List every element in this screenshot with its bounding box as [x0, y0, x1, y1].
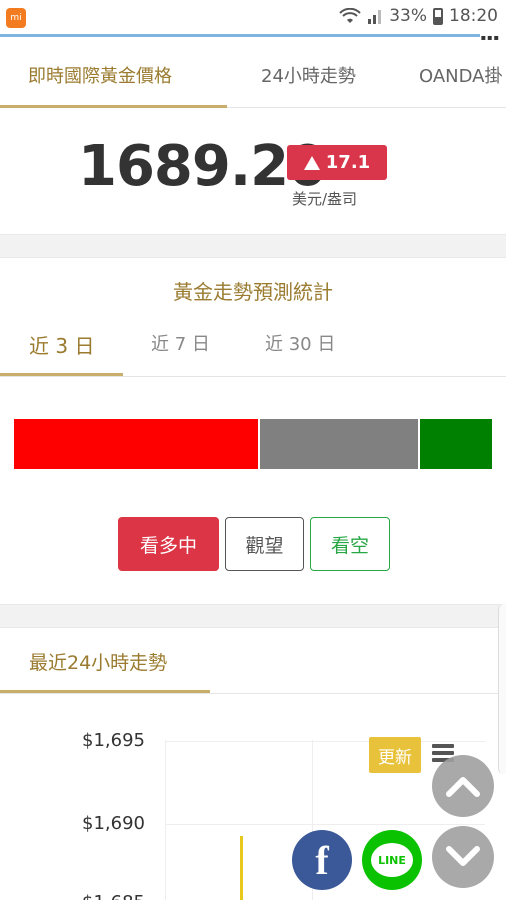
- signal-icon: [368, 10, 382, 24]
- chevron-up-icon: [446, 777, 480, 797]
- y-tick-label: $1,685: [82, 892, 145, 900]
- page-top-strip: [0, 34, 480, 37]
- scroll-up-button[interactable]: [432, 755, 494, 817]
- tab-live-gold-price[interactable]: 即時國際黃金價格: [28, 62, 172, 88]
- watch-button[interactable]: 觀望: [225, 517, 304, 571]
- chevron-down-icon: [446, 846, 480, 866]
- update-button[interactable]: 更新: [369, 737, 421, 773]
- price-change-badge: 17.1: [287, 145, 387, 180]
- chart-gridline: [165, 740, 166, 900]
- y-tick-label: $1,690: [82, 813, 145, 834]
- status-bar: mi 33% 18:20: [0, 0, 506, 34]
- active-forecast-tab-indicator: [0, 373, 123, 376]
- recent-24h-title: 最近24小時走勢: [29, 652, 168, 674]
- vote-buttons: 看多中 觀望 看空: [118, 517, 390, 571]
- tab-3-days[interactable]: 近 3 日: [29, 330, 94, 359]
- chart-gridline: [165, 824, 485, 825]
- line-icon: LINE: [371, 843, 413, 877]
- section-divider: [0, 604, 506, 628]
- price-change-value: 17.1: [325, 152, 371, 173]
- tab-30-days[interactable]: 近 30 日: [265, 330, 335, 356]
- status-indicators: 33% 18:20: [339, 6, 498, 26]
- bullish-button[interactable]: 看多中: [118, 517, 219, 571]
- chart-gridline: [165, 741, 485, 742]
- bearish-bar: [417, 419, 492, 469]
- line-share-button[interactable]: LINE: [362, 830, 422, 890]
- y-tick-label: $1,695: [82, 730, 145, 751]
- forecast-tabs: 近 3 日 近 7 日 近 30 日: [0, 310, 506, 377]
- recent-24h-header: 最近24小時走勢: [0, 628, 498, 694]
- battery-icon: [433, 7, 443, 25]
- battery-percent: 33%: [389, 6, 427, 26]
- neutral-bar: [257, 419, 418, 469]
- forecast-distribution-bar: [14, 419, 492, 469]
- bullish-bar: [14, 419, 258, 469]
- price-unit: 美元/盎司: [292, 190, 358, 208]
- chart-price-line: [240, 836, 243, 900]
- overflow-dots-icon[interactable]: ▪▪▪: [481, 33, 500, 42]
- scroll-down-button[interactable]: [432, 826, 494, 888]
- facebook-share-button[interactable]: f: [292, 830, 352, 890]
- clock: 18:20: [449, 6, 498, 26]
- recent-24h-tab-indicator: [0, 690, 210, 693]
- app-notification-icon: mi: [6, 8, 26, 28]
- wifi-icon: [339, 8, 361, 23]
- forecast-title: 黃金走勢預測統計: [173, 280, 333, 304]
- main-tabs: 即時國際黃金價格 24小時走勢 OANDA掛: [0, 44, 506, 108]
- tab-oanda[interactable]: OANDA掛: [419, 62, 503, 88]
- price-24h-chart: $1,695 $1,690 $1,685: [0, 700, 506, 900]
- bearish-button[interactable]: 看空: [310, 517, 390, 571]
- tab-7-days[interactable]: 近 7 日: [151, 330, 210, 356]
- triangle-up-icon: [303, 155, 320, 170]
- section-divider: [0, 234, 506, 258]
- price-panel: 1689.20 17.1 美元/盎司: [0, 108, 506, 233]
- tab-24h-trend[interactable]: 24小時走勢: [261, 62, 356, 88]
- facebook-icon: f: [315, 837, 329, 883]
